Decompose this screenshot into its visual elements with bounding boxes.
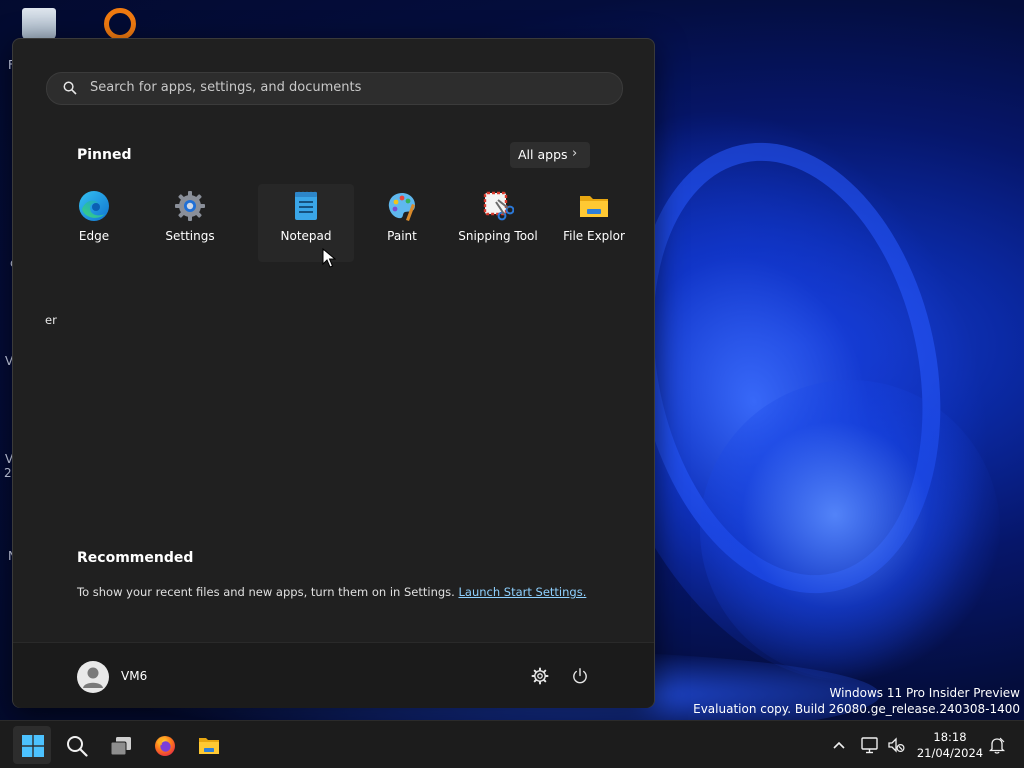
desktop-app-icon[interactable] (104, 8, 136, 40)
paint-icon (388, 193, 415, 221)
search-placeholder: Search for apps, settings, and documents (90, 80, 362, 95)
start-button[interactable] (13, 726, 51, 764)
evaluation-watermark: Windows 11 Pro Insider Preview Evaluatio… (693, 685, 1020, 717)
firefox-icon (155, 736, 175, 756)
recommended-message: To show your recent files and new apps, … (77, 585, 586, 599)
network-icon[interactable] (860, 735, 880, 755)
pinned-app-label: Notepad (280, 229, 332, 243)
mouse-cursor-icon (322, 248, 336, 268)
all-apps-label: All apps (518, 147, 568, 162)
settings-icon (175, 191, 205, 221)
desktop-label: er (45, 313, 57, 327)
search-input[interactable]: Search for apps, settings, and documents (46, 72, 623, 105)
edge-icon (79, 191, 109, 221)
task-view-button[interactable] (101, 726, 139, 764)
power-icon[interactable] (571, 667, 589, 685)
pinned-app-label: Paint (387, 229, 417, 243)
search-icon (67, 736, 88, 757)
pinned-app-label: Snipping Tool (458, 229, 538, 243)
pinned-app-snipping-tool[interactable]: Snipping Tool (450, 184, 546, 262)
pinned-app-settings[interactable]: Settings (142, 184, 238, 262)
pinned-app-label: Edge (78, 229, 110, 243)
windows-logo-icon (22, 735, 44, 757)
notepad-icon (295, 191, 317, 220)
pinned-app-label: File Explor (563, 229, 625, 243)
notification-bell-icon[interactable] (987, 735, 1007, 755)
recycle-bin-icon[interactable] (22, 8, 56, 40)
start-menu-footer: VM6 (13, 642, 654, 708)
speaker-muted-icon[interactable] (886, 735, 906, 755)
pinned-app-edge[interactable]: Edge (46, 184, 142, 262)
taskbar-search-button[interactable] (57, 726, 95, 764)
snipping-tool-icon (483, 191, 514, 221)
watermark-line: Evaluation copy. Build 26080.ge_release.… (693, 702, 1020, 716)
pinned-heading: Pinned (77, 147, 132, 163)
file-explorer-icon (580, 196, 608, 217)
recommended-heading: Recommended (77, 550, 194, 566)
user-name[interactable]: VM6 (121, 669, 147, 683)
user-icon (83, 667, 103, 688)
taskbar-clock[interactable]: 18:18 21/04/2024 (912, 729, 988, 761)
watermark-line: Windows 11 Pro Insider Preview (829, 686, 1020, 700)
taskbar-file-explorer-button[interactable] (189, 726, 227, 764)
taskbar-firefox-button[interactable] (145, 726, 183, 764)
all-apps-button[interactable]: All apps › (510, 142, 590, 168)
search-icon (63, 81, 77, 95)
pinned-app-file-explorer[interactable]: File Explor (546, 184, 642, 262)
wallpaper-bloom-center (700, 380, 1000, 680)
user-avatar[interactable] (77, 661, 109, 693)
task-view-icon (110, 737, 131, 756)
file-explorer-icon (199, 738, 219, 754)
pinned-app-label: Settings (165, 229, 215, 243)
start-menu: Search for apps, settings, and documents… (12, 38, 655, 708)
launch-start-settings-link[interactable]: Launch Start Settings. (458, 585, 586, 599)
gear-icon[interactable] (531, 667, 549, 685)
chevron-right-icon: › (572, 146, 578, 161)
clock-date: 21/04/2024 (916, 746, 984, 760)
recommended-text: To show your recent files and new apps, … (77, 585, 459, 599)
pinned-app-notepad[interactable]: Notepad (258, 184, 354, 262)
taskbar: 18:18 21/04/2024 (0, 720, 1024, 768)
clock-time: 18:18 (933, 730, 967, 744)
chevron-up-icon[interactable] (829, 735, 849, 755)
pinned-app-paint[interactable]: Paint (354, 184, 450, 262)
